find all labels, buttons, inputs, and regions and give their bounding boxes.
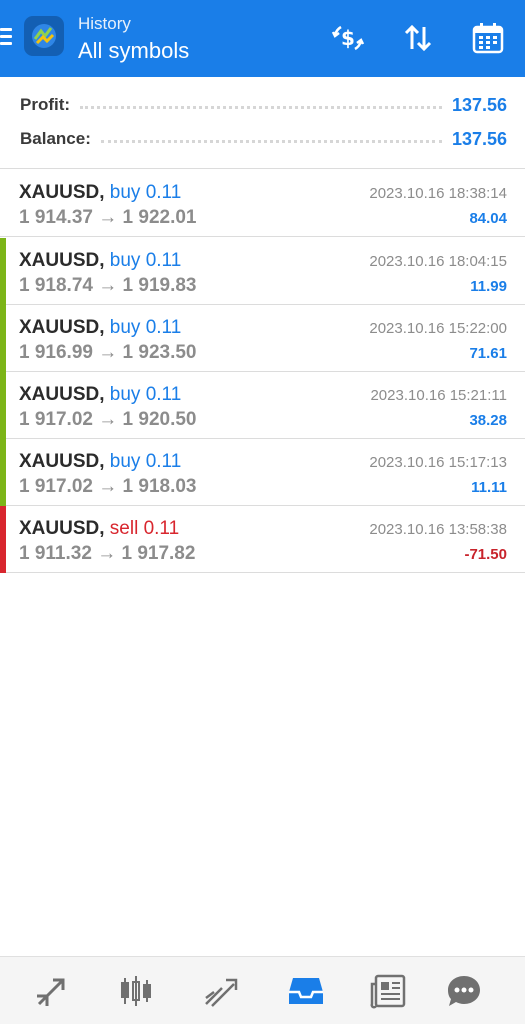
- nav-chat[interactable]: [444, 971, 484, 1011]
- balance-value: 137.56: [451, 128, 507, 149]
- trade-row[interactable]: XAUUSD, buy 0.11 1 917.02 → 1 918.03 202…: [0, 439, 525, 506]
- nav-quotes[interactable]: [32, 971, 72, 1011]
- trade-row[interactable]: XAUUSD, buy 0.11 1 916.99 → 1 923.50 202…: [0, 305, 525, 372]
- dollar-swap-icon: $: [331, 25, 365, 51]
- nav-chart[interactable]: [116, 971, 156, 1011]
- trade-prices: 1 917.02 → 1 918.03: [19, 476, 197, 497]
- trade-symbol: XAUUSD, buy 0.11: [19, 384, 182, 405]
- nav-history[interactable]: [286, 971, 326, 1011]
- nav-trade[interactable]: [201, 971, 241, 1011]
- nav-news[interactable]: [369, 971, 409, 1011]
- trade-side: buy 0.11: [109, 317, 182, 338]
- trade-side: buy 0.11: [109, 451, 182, 472]
- trade-prices: 1 917.02 → 1 920.50: [19, 409, 197, 430]
- trade-time: 2023.10.16 15:22:00: [369, 320, 507, 337]
- trade-status-bar: [0, 238, 6, 305]
- trade-status-bar: [0, 170, 6, 237]
- trade-status-bar: [0, 305, 6, 372]
- trade-prices: 1 914.37 → 1 922.01: [19, 207, 197, 228]
- trade-profit: 84.04: [469, 210, 507, 227]
- trade-status-bar: [0, 439, 6, 506]
- trade-time: 2023.10.16 13:58:38: [369, 521, 507, 538]
- app-header: History All symbols $: [0, 0, 525, 77]
- dotted-leader: [80, 105, 442, 109]
- header-subtitle: History: [78, 14, 131, 33]
- balance-label: Balance:: [20, 129, 91, 148]
- trade-prices: 1 916.99 → 1 923.50: [19, 342, 197, 363]
- calendar-icon: [472, 23, 504, 54]
- news-icon: [370, 974, 406, 1009]
- chat-icon: [448, 976, 480, 1006]
- trade-profit: 11.11: [471, 479, 507, 496]
- trade-symbol: XAUUSD, buy 0.11: [19, 451, 182, 472]
- trade-time: 2023.10.16 18:04:15: [369, 253, 507, 270]
- trade-side: buy 0.11: [109, 384, 182, 405]
- balance-row: Balance: 137.56: [20, 127, 507, 151]
- history-inbox-icon: [289, 978, 323, 1004]
- sort-button[interactable]: [400, 20, 436, 56]
- svg-text:$: $: [341, 26, 355, 50]
- profit-label: Profit:: [20, 95, 71, 114]
- app-logo: [24, 16, 64, 56]
- dotted-leader: [100, 139, 442, 143]
- trade-side: buy 0.11: [109, 250, 182, 271]
- trade-icon: [205, 978, 238, 1007]
- trade-side: buy 0.11: [109, 182, 182, 203]
- trade-row[interactable]: XAUUSD, buy 0.11 1 917.02 → 1 920.50 202…: [0, 372, 525, 439]
- quotes-icon: [37, 978, 65, 1006]
- trade-profit: 11.99: [470, 278, 507, 295]
- profit-value: 137.56: [451, 94, 507, 115]
- menu-icon[interactable]: [0, 28, 14, 48]
- trade-status-bar: [0, 506, 6, 573]
- trade-row[interactable]: XAUUSD, buy 0.11 1 918.74 → 1 919.83 202…: [0, 238, 525, 305]
- calendar-button[interactable]: [470, 20, 506, 56]
- trade-symbol: XAUUSD, sell 0.11: [19, 518, 180, 539]
- trade-status-bar: [0, 372, 6, 439]
- trade-symbol: XAUUSD, buy 0.11: [19, 317, 182, 338]
- header-title[interactable]: All symbols: [78, 38, 189, 64]
- trade-row[interactable]: XAUUSD, buy 0.11 1 914.37 → 1 922.01 202…: [0, 170, 525, 237]
- trade-profit: 71.61: [469, 345, 507, 362]
- trade-row[interactable]: XAUUSD, sell 0.11 1 911.32 → 1 917.82 20…: [0, 506, 525, 573]
- trade-prices: 1 918.74 → 1 919.83: [19, 275, 197, 296]
- chart-candles-icon: [121, 976, 151, 1006]
- profit-row: Profit: 137.56: [20, 93, 507, 117]
- bottom-nav: [0, 956, 525, 1024]
- trade-time: 2023.10.16 18:38:14: [369, 185, 507, 202]
- profit-filter-button[interactable]: $: [330, 20, 366, 56]
- summary-panel: Profit: 137.56 Balance: 137.56: [0, 77, 525, 169]
- trade-symbol: XAUUSD, buy 0.11: [19, 250, 182, 271]
- trade-profit: -71.50: [464, 546, 507, 563]
- trade-side: sell 0.11: [109, 518, 180, 539]
- trade-symbol: XAUUSD, buy 0.11: [19, 182, 182, 203]
- trade-profit: 38.28: [469, 412, 507, 429]
- sort-arrows-icon: [404, 24, 432, 52]
- trade-time: 2023.10.16 15:17:13: [369, 454, 507, 471]
- trade-time: 2023.10.16 15:21:11: [370, 387, 507, 404]
- trade-prices: 1 911.32 → 1 917.82: [19, 543, 196, 564]
